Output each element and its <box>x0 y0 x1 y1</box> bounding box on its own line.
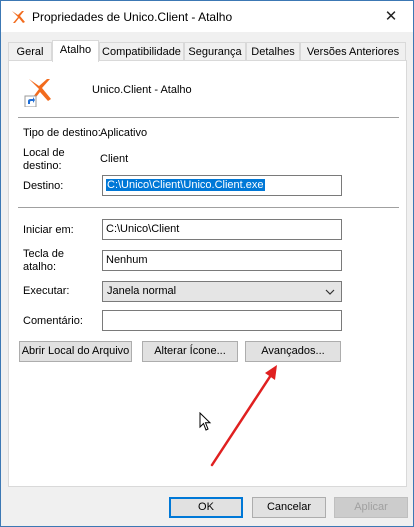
change-icon-button[interactable]: Alterar Ícone... <box>142 341 238 362</box>
divider <box>18 207 399 208</box>
ok-button[interactable]: OK <box>169 497 243 518</box>
annotation-arrow-icon <box>204 361 284 471</box>
target-location-value: Client <box>100 153 129 165</box>
tab-seguranca[interactable]: Segurança <box>184 42 246 60</box>
close-icon: ✕ <box>384 8 398 25</box>
comment-field[interactable] <box>102 310 342 331</box>
apply-button[interactable]: Aplicar <box>334 497 408 518</box>
start-in-label: Iniciar em: <box>23 224 74 236</box>
target-label: Destino: <box>23 180 64 192</box>
tab-versoes-anteriores[interactable]: Versões Anteriores <box>300 42 406 60</box>
run-label: Executar: <box>23 285 70 297</box>
title-bar[interactable]: Propriedades de Unico.Client - Atalho ✕ <box>1 1 413 32</box>
tab-atalho[interactable]: Atalho <box>52 40 99 62</box>
shortcut-name: Unico.Client - Atalho <box>92 84 192 96</box>
shortcut-panel: Unico.Client - Atalho Tipo de destino: A… <box>8 60 407 487</box>
run-mode-select[interactable]: Janela normal <box>102 281 342 302</box>
advanced-button[interactable]: Avançados... <box>245 341 341 362</box>
target-type-label: Tipo de destino: <box>23 127 101 139</box>
target-type-value: Aplicativo <box>100 127 148 139</box>
run-mode-value: Janela normal <box>107 285 177 297</box>
tab-compatibilidade[interactable]: Compatibilidade <box>99 42 184 60</box>
app-logo-icon <box>10 9 26 25</box>
tab-detalhes[interactable]: Detalhes <box>246 42 300 60</box>
shortcut-app-icon <box>23 75 55 108</box>
start-in-field[interactable]: C:\Unico\Client <box>102 219 342 240</box>
cancel-button[interactable]: Cancelar <box>252 497 326 518</box>
tab-geral[interactable]: Geral <box>8 42 52 60</box>
target-location-label: Local de destino: <box>23 147 65 172</box>
target-field-value: C:\Unico\Client\Unico.Client.exe <box>106 179 265 191</box>
open-file-location-button[interactable]: Abrir Local do Arquivo <box>19 341 132 362</box>
close-button[interactable]: ✕ <box>369 1 413 32</box>
properties-window: Propriedades de Unico.Client - Atalho ✕ … <box>0 0 414 527</box>
divider <box>18 117 399 118</box>
window-title: Propriedades de Unico.Client - Atalho <box>32 10 233 24</box>
hotkey-field[interactable]: Nenhum <box>102 250 342 271</box>
chevron-down-icon <box>323 282 337 301</box>
target-field[interactable]: C:\Unico\Client\Unico.Client.exe <box>102 175 342 196</box>
tab-strip: Geral Atalho Compatibilidade Segurança D… <box>8 40 406 62</box>
comment-label: Comentário: <box>23 315 83 327</box>
hotkey-label: Tecla de atalho: <box>23 248 64 273</box>
